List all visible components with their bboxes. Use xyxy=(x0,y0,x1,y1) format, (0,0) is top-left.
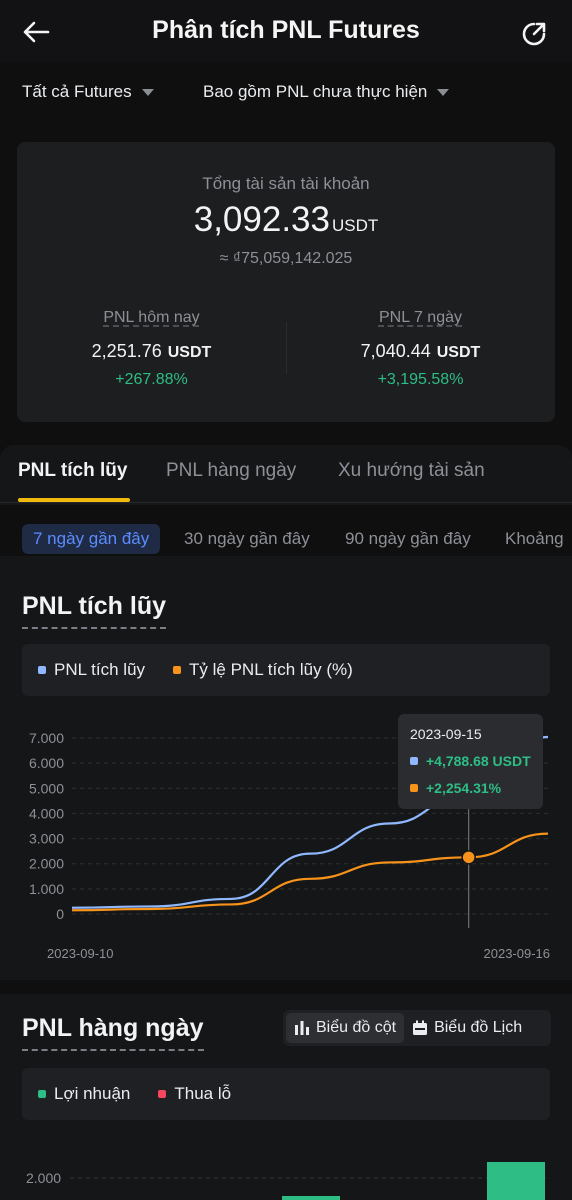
legend-swatch xyxy=(158,1090,167,1098)
legend-label: PNL tích lũy xyxy=(54,660,146,679)
highlight-point xyxy=(461,850,476,865)
legend-item-pnl[interactable]: PNL tích lũy xyxy=(38,660,145,680)
legend-label: Tỷ lệ PNL tích lũy (%) xyxy=(189,660,353,679)
tooltip-rate-row: +2,254.31% xyxy=(410,780,531,796)
total-assets-label: Tổng tài sản tài khoản xyxy=(202,174,370,193)
y-tick-label: 4.000 xyxy=(29,805,64,821)
daily-pnl-title[interactable]: PNL hàng ngày xyxy=(22,1014,204,1051)
legend-label: Thua lỗ xyxy=(174,1084,232,1103)
today-pnl-unit: USDT xyxy=(167,344,212,361)
profit-bar xyxy=(487,1162,545,1200)
tooltip-pnl-value: +4,788.68 USDT xyxy=(426,753,531,769)
market-filter-dropdown[interactable]: Tất cả Futures xyxy=(22,76,154,108)
today-pnl-percent: +267.88% xyxy=(115,371,188,388)
chart-type-toggle: Biểu đồ cột Biểu đồ Lịch xyxy=(283,1010,551,1046)
y-tick-label: 3.000 xyxy=(29,831,64,847)
total-assets-unit: USDT xyxy=(331,216,379,235)
legend-swatch xyxy=(410,784,418,792)
pnl-mode-dropdown[interactable]: Bao gồm PNL chưa thực hiện xyxy=(203,76,450,108)
cumulative-pnl-title[interactable]: PNL tích lũy xyxy=(22,592,167,629)
week-pnl-value: 7,040.44 xyxy=(360,341,431,361)
range-7-days[interactable]: 7 ngày gần đây xyxy=(22,524,161,554)
week-pnl-block: PNL 7 ngày 7,040.44 USDT +3,195.58% xyxy=(286,309,555,389)
divider xyxy=(0,502,572,503)
tooltip-date: 2023-09-15 xyxy=(410,726,482,742)
today-pnl-block: PNL hôm nay 2,251.76 USDT +267.88% xyxy=(17,309,286,389)
tooltip-rate-value: +2,254.31% xyxy=(426,780,502,796)
y-tick-label: 1.000 xyxy=(29,881,64,897)
legend-item-rate[interactable]: Tỷ lệ PNL tích lũy (%) xyxy=(173,660,353,680)
y-tick-label: 5.000 xyxy=(29,780,64,796)
bar-chart-toggle[interactable]: Biểu đồ cột xyxy=(286,1013,405,1043)
bar-chart-toggle-label: Biểu đồ cột xyxy=(316,1019,397,1036)
y-tick-label: 2.000 xyxy=(29,856,64,872)
y-tick-label: 0 xyxy=(56,906,64,922)
share-icon xyxy=(522,22,546,46)
caret-down-icon xyxy=(141,88,154,96)
arrow-left-icon xyxy=(23,21,50,43)
back-button[interactable] xyxy=(14,10,58,54)
legend-item-profit[interactable]: Lợi nhuận xyxy=(38,1084,130,1104)
range-custom[interactable]: Khoảng xyxy=(505,524,572,554)
profit-bar xyxy=(282,1196,340,1200)
legend-swatch xyxy=(38,1090,46,1098)
week-pnl-percent: +3,195.58% xyxy=(377,371,464,388)
tab-daily-pnl[interactable]: PNL hàng ngày xyxy=(166,460,296,482)
bar-chart-icon xyxy=(295,1021,309,1035)
share-button[interactable] xyxy=(512,12,556,56)
x-tick-label: 2023-09-10 xyxy=(47,946,114,961)
y-tick-label: 2.000 xyxy=(26,1170,61,1186)
x-tick-label: 2023-09-16 xyxy=(484,946,551,961)
legend-item-loss[interactable]: Thua lỗ xyxy=(158,1084,231,1104)
legend-label: Lợi nhuận xyxy=(54,1084,131,1103)
daily-bar-chart[interactable]: 2.000 xyxy=(0,1150,572,1200)
legend-swatch xyxy=(173,666,182,674)
total-assets-value: 3,092.33 USDT xyxy=(17,200,555,240)
y-tick-label: 6.000 xyxy=(29,755,64,771)
total-assets-fiat: ≈ ₫75,059,142.025 xyxy=(219,250,353,267)
chart-tooltip: 2023-09-15 +4,788.68 USDT +2,254.31% xyxy=(398,714,543,809)
total-assets-number: 3,092.33 xyxy=(193,200,330,239)
tab-cumulative-pnl[interactable]: PNL tích lũy xyxy=(18,460,127,482)
legend-swatch xyxy=(38,666,46,674)
today-pnl-value: 2,251.76 xyxy=(91,341,162,361)
range-90-days[interactable]: 90 ngày gần đây xyxy=(345,524,471,554)
week-pnl-unit: USDT xyxy=(436,344,481,361)
today-pnl-label[interactable]: PNL hôm nay xyxy=(103,309,199,326)
tab-asset-trend[interactable]: Xu hướng tài sản xyxy=(338,460,485,482)
calendar-icon xyxy=(413,1020,428,1035)
series-line-rate xyxy=(71,832,549,912)
daily-legend: Lợi nhuận Thua lỗ xyxy=(22,1068,550,1120)
app-header xyxy=(0,0,572,62)
calendar-toggle-label: Biểu đồ Lịch xyxy=(434,1019,523,1036)
week-pnl-label[interactable]: PNL 7 ngày xyxy=(379,309,462,326)
range-30-days[interactable]: 30 ngày gần đây xyxy=(184,524,310,554)
market-filter-label: Tất cả Futures xyxy=(22,82,132,101)
calendar-toggle[interactable]: Biểu đồ Lịch xyxy=(404,1013,530,1043)
caret-down-icon xyxy=(437,88,450,96)
pnl-mode-label: Bao gồm PNL chưa thực hiện xyxy=(203,82,428,101)
legend-swatch xyxy=(410,757,418,765)
cumulative-legend: PNL tích lũy Tỷ lệ PNL tích lũy (%) xyxy=(22,644,550,696)
tooltip-pnl-row: +4,788.68 USDT xyxy=(410,753,531,769)
y-tick-label: 7.000 xyxy=(29,730,64,746)
